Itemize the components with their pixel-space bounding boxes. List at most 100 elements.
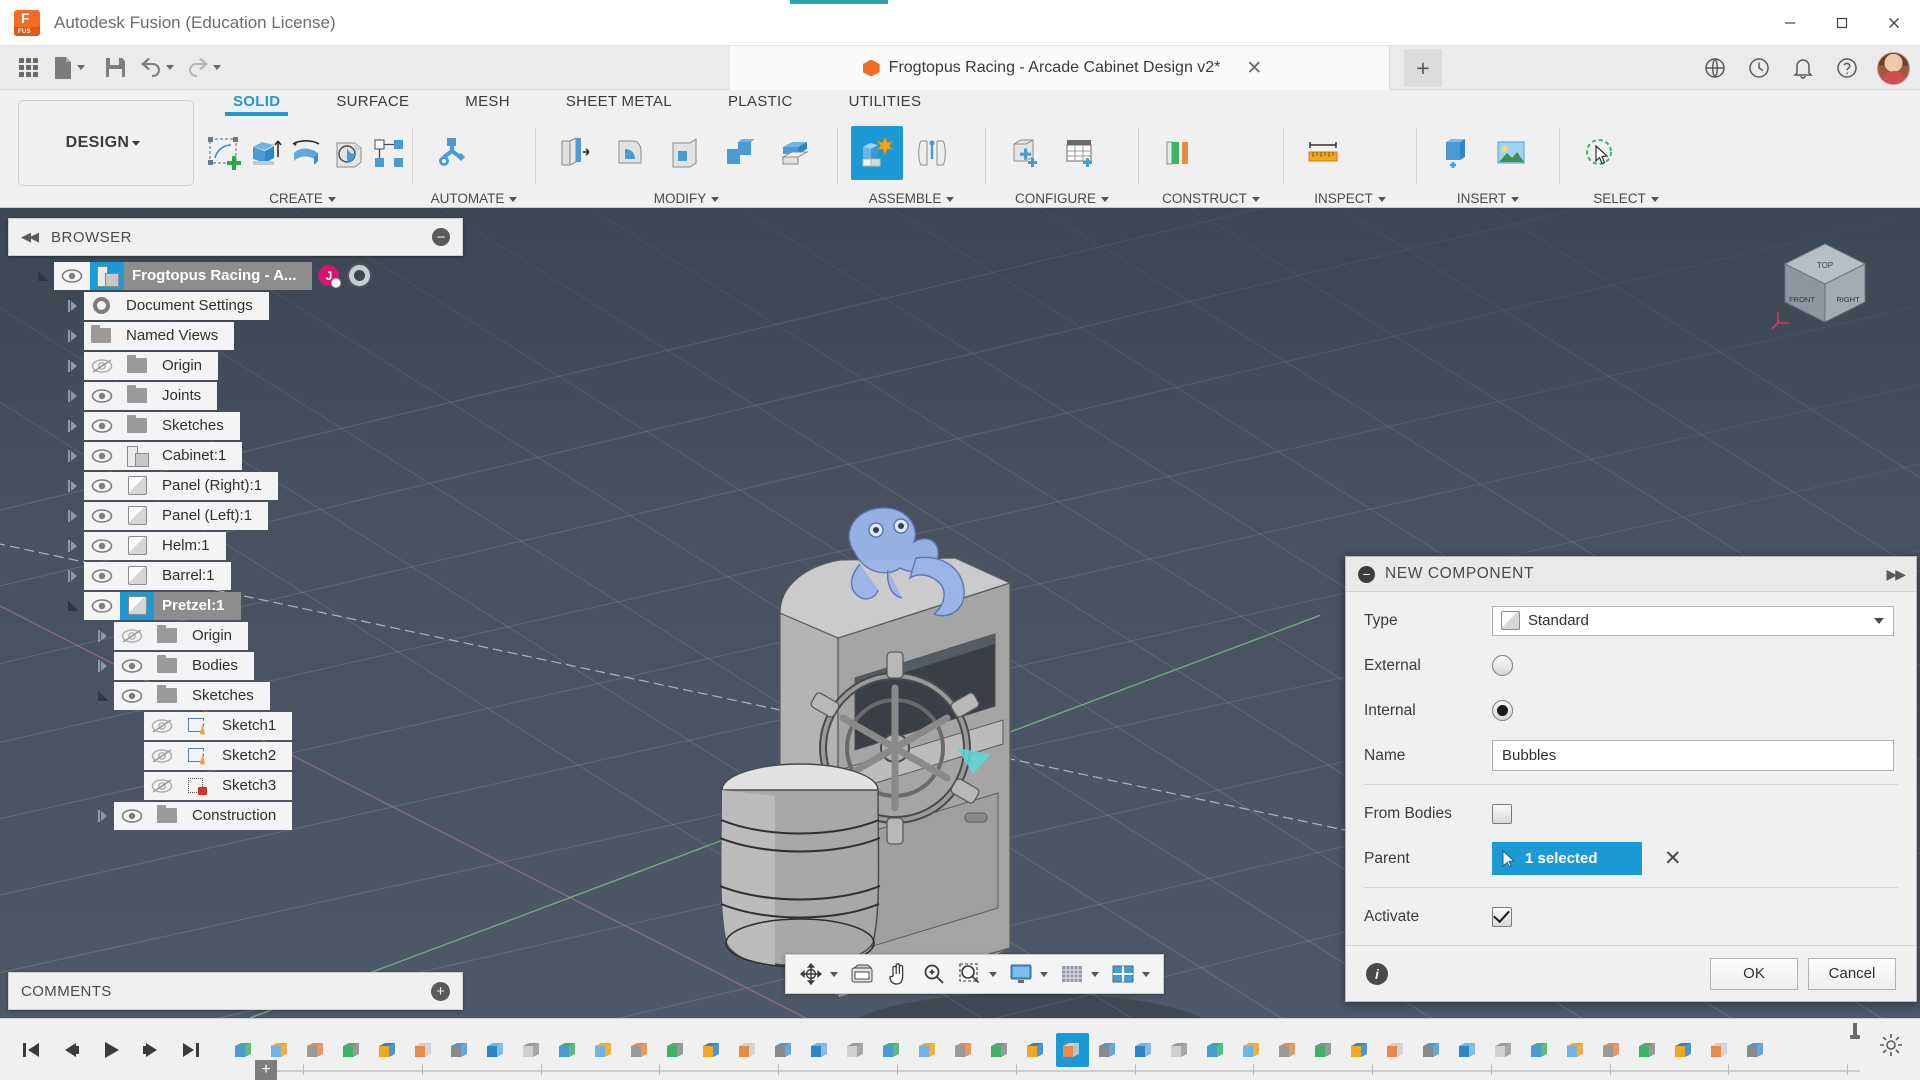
timeline-feature[interactable] (1704, 1033, 1737, 1067)
timeline-pin-icon[interactable] (1850, 1023, 1860, 1045)
tab-surface[interactable]: SURFACE (308, 90, 437, 110)
help-icon[interactable] (1827, 48, 1867, 88)
timeline-feature[interactable] (1632, 1033, 1665, 1067)
timeline-feature[interactable] (732, 1033, 765, 1067)
visibility-toggle[interactable] (144, 741, 180, 770)
collapse-left-icon[interactable]: ◀◀ (21, 229, 39, 245)
joint-icon[interactable] (906, 126, 958, 180)
panel-label-configure[interactable]: CONFIGURE (993, 191, 1131, 206)
timeline-feature[interactable] (444, 1033, 477, 1067)
expand-node-button[interactable] (62, 381, 84, 410)
visibility-toggle[interactable] (114, 621, 150, 650)
combine-icon[interactable] (714, 126, 766, 180)
configuration-table-icon[interactable] (1054, 126, 1106, 180)
timeline-feature[interactable] (552, 1033, 585, 1067)
automate-icon[interactable] (426, 126, 478, 180)
timeline-feature[interactable] (804, 1033, 837, 1067)
timeline-feature[interactable] (696, 1033, 729, 1067)
tab-solid[interactable]: SOLID (205, 90, 308, 116)
comments-panel[interactable]: COMMENTS + (8, 972, 463, 1010)
browser-node[interactable]: Sketch1 (8, 711, 463, 740)
browser-node[interactable]: Construction (8, 801, 463, 830)
expand-node-button[interactable] (62, 561, 84, 590)
browser-node[interactable]: Sketch3 (8, 771, 463, 800)
expand-node-button[interactable] (92, 651, 114, 680)
viewports-chevron-down-icon[interactable] (1142, 971, 1150, 977)
browser-node[interactable]: Origin (8, 621, 463, 650)
panel-label-insert[interactable]: INSERT (1424, 191, 1552, 206)
panel-label-modify[interactable]: MODIFY (543, 191, 830, 206)
settings-gear-icon[interactable] (1878, 1032, 1904, 1062)
model-geometry[interactable] (720, 438, 1280, 1018)
apps-grid-icon[interactable] (8, 49, 48, 87)
pan-icon[interactable] (881, 958, 915, 990)
timeline-feature[interactable] (1596, 1033, 1629, 1067)
browser-node[interactable]: Sketch2 (8, 741, 463, 770)
browser-node[interactable]: Sketches (8, 681, 463, 710)
add-comment-button[interactable]: + (431, 981, 450, 1001)
browser-node[interactable]: Cabinet:1 (8, 441, 463, 470)
orbit-chevron-down-icon[interactable] (830, 971, 838, 977)
timeline-feature[interactable] (1236, 1033, 1269, 1067)
activate-checkbox[interactable] (1492, 906, 1512, 927)
expand-node-button[interactable] (92, 621, 114, 650)
visibility-toggle[interactable] (84, 441, 120, 470)
offset-face-icon[interactable] (769, 126, 821, 180)
document-tab[interactable]: Frogtopus Racing - Arcade Cabinet Design… (730, 46, 1390, 90)
grid-snap-chevron-down-icon[interactable] (1091, 971, 1099, 977)
timeline-feature[interactable] (1164, 1033, 1197, 1067)
insert-derive-icon[interactable] (1430, 126, 1482, 180)
expand-node-button[interactable] (92, 801, 114, 830)
timeline-feature[interactable] (516, 1033, 549, 1067)
visibility-toggle[interactable] (84, 531, 120, 560)
timeline-feature[interactable] (1488, 1033, 1521, 1067)
browser-node[interactable]: Panel (Right):1 (8, 471, 463, 500)
step-back-icon[interactable] (54, 1033, 88, 1067)
visibility-toggle[interactable] (144, 711, 180, 740)
browser-node[interactable]: Helm:1 (8, 531, 463, 560)
clear-parent-selection-button[interactable]: ✕ (1664, 848, 1682, 869)
browser-node[interactable]: Origin (8, 351, 463, 380)
from-bodies-checkbox[interactable] (1492, 803, 1512, 824)
play-icon[interactable] (94, 1033, 128, 1067)
timeline-feature[interactable] (1272, 1033, 1305, 1067)
new-component-icon[interactable] (851, 126, 903, 180)
user-avatar[interactable] (1877, 51, 1910, 85)
go-to-end-icon[interactable] (174, 1033, 208, 1067)
sweep-icon[interactable] (329, 126, 367, 180)
viewports-icon[interactable] (1106, 958, 1140, 990)
expand-node-button[interactable] (62, 441, 84, 470)
timeline-feature[interactable] (1380, 1033, 1413, 1067)
new-document-button[interactable] (50, 49, 93, 87)
zoom-icon[interactable] (917, 958, 951, 990)
timeline-feature[interactable] (1344, 1033, 1377, 1067)
timeline-feature[interactable] (1056, 1032, 1089, 1067)
visibility-toggle[interactable] (114, 681, 150, 710)
timeline-feature[interactable] (840, 1033, 873, 1067)
timeline-feature[interactable] (1524, 1033, 1557, 1067)
insert-image-icon[interactable] (1485, 126, 1537, 180)
collapse-node-button[interactable] (62, 591, 84, 620)
expand-node-button[interactable] (62, 291, 84, 320)
expand-right-icon[interactable]: ▶▶ (1886, 566, 1905, 583)
timeline-feature[interactable] (912, 1033, 945, 1067)
timeline-feature[interactable] (1092, 1033, 1125, 1067)
minimize-icon[interactable]: − (1358, 565, 1375, 583)
panel-label-inspect[interactable]: INSPECT (1291, 191, 1409, 206)
visibility-toggle[interactable] (84, 411, 120, 440)
display-settings-icon[interactable] (1004, 958, 1038, 990)
display-settings-chevron-down-icon[interactable] (1040, 971, 1048, 977)
visibility-toggle[interactable] (84, 501, 120, 530)
chevron-down-icon[interactable] (77, 65, 85, 70)
visibility-toggle[interactable] (84, 381, 120, 410)
internal-radio[interactable] (1492, 700, 1513, 721)
timeline-feature[interactable] (336, 1033, 369, 1067)
browser-node[interactable]: Barrel:1 (8, 561, 463, 590)
orbit-icon[interactable] (794, 958, 828, 990)
workspace-selector[interactable]: DESIGN (18, 100, 194, 186)
browser-root-node[interactable]: Frogtopus Racing - A... J (8, 261, 463, 290)
visibility-toggle[interactable] (84, 471, 120, 500)
name-input[interactable] (1492, 740, 1894, 771)
measure-icon[interactable] (1297, 126, 1349, 180)
press-pull-icon[interactable] (549, 126, 601, 180)
